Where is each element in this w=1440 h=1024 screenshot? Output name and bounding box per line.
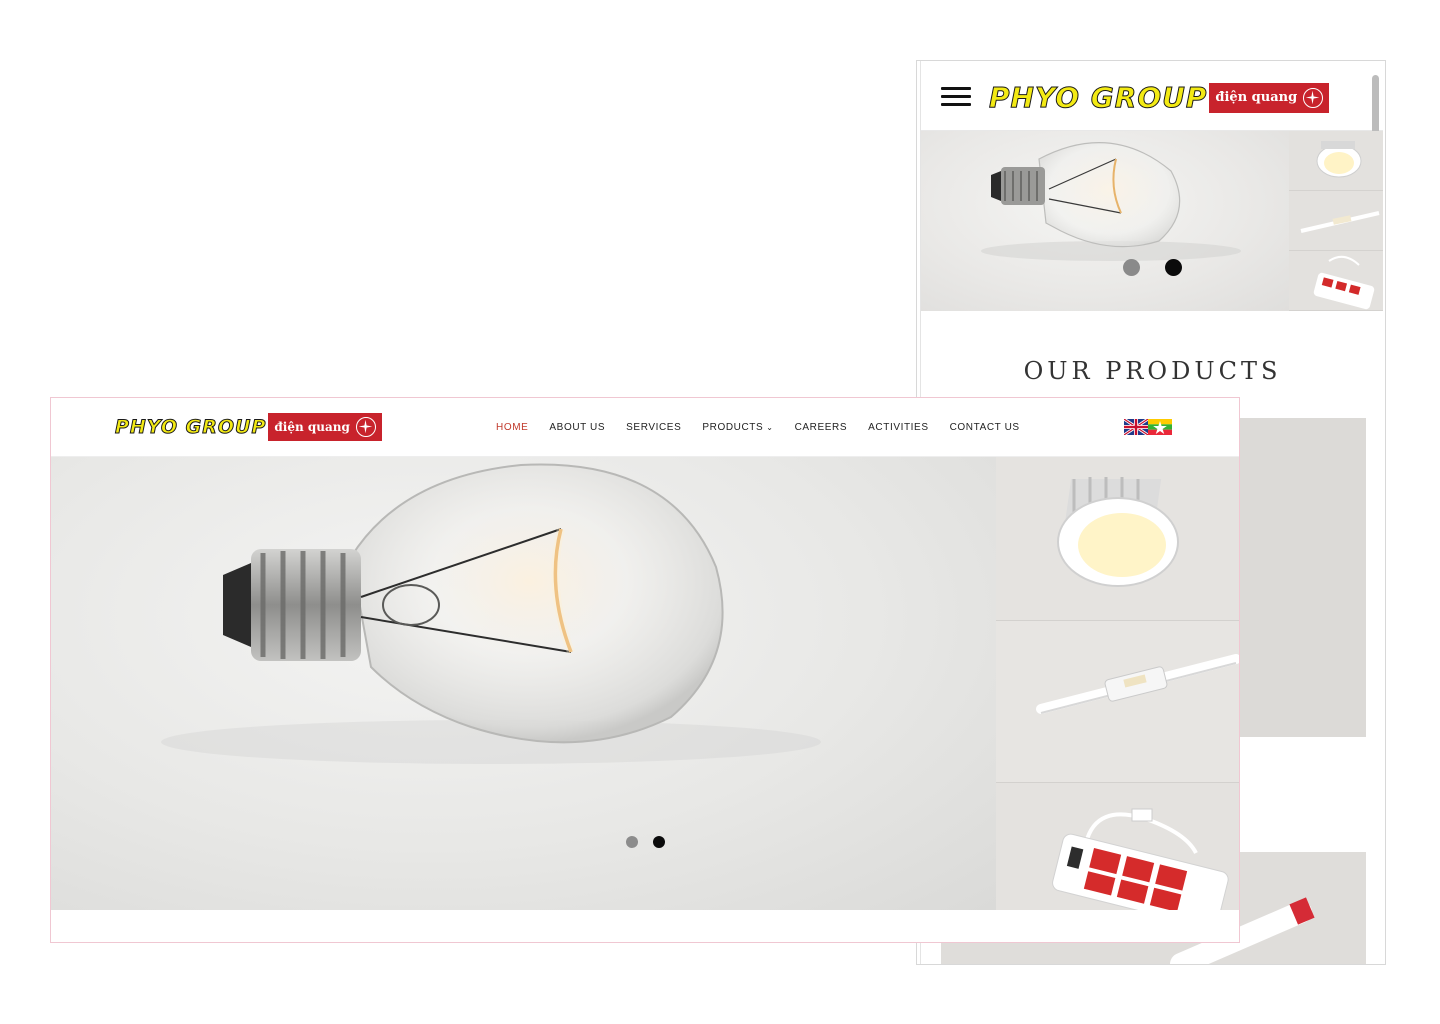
- myanmar-flag-icon[interactable]: [1148, 419, 1172, 435]
- mobile-header: PHYO GROUP điện quang: [921, 61, 1383, 231]
- nav-products-label: PRODUCTS: [702, 422, 764, 433]
- power-strip-image: [1052, 808, 1229, 910]
- hamburger-icon[interactable]: [941, 87, 971, 107]
- logo-badge: điện quang: [1209, 82, 1330, 113]
- thumbnail-power-strip[interactable]: [996, 783, 1239, 910]
- light-bulb-image: [161, 463, 821, 764]
- nav-contact-us[interactable]: CONTACT US: [950, 420, 1020, 436]
- logo-badge-text: điện quang: [274, 420, 350, 434]
- thumbnail-downlight[interactable]: [1289, 131, 1383, 191]
- mobile-hero-thumbnails: [1289, 131, 1383, 311]
- slide-dot-1[interactable]: [1123, 259, 1140, 276]
- thumbnail-led-tube[interactable]: [1289, 191, 1383, 251]
- desktop-logo[interactable]: PHYO GROUP điện quang: [114, 413, 382, 441]
- slide-dot-2-active[interactable]: [1165, 259, 1182, 276]
- thumbnail-power-strip[interactable]: [1289, 251, 1383, 311]
- nav-activities[interactable]: ACTIVITIES: [868, 420, 928, 436]
- desktop-hero-thumbnails: [996, 457, 1239, 910]
- showcase-stage: PHYO GROUP điện quang OUR PRODUCTS PHYO …: [0, 0, 1440, 1024]
- desktop-header: PHYO GROUP điện quang HOME ABOUT US SERV…: [51, 398, 1239, 457]
- nav-about-us[interactable]: ABOUT US: [549, 420, 605, 436]
- slide-dot-1[interactable]: [626, 836, 638, 848]
- power-strip-image: [1313, 255, 1375, 310]
- desktop-mockup: PHYO GROUP điện quang HOME ABOUT US SERV…: [50, 397, 1240, 943]
- chevron-down-icon: ⌄: [766, 423, 774, 432]
- language-switcher: [1124, 419, 1172, 435]
- led-tube-image: [1300, 211, 1380, 233]
- logo-name: PHYO GROUP: [114, 416, 267, 439]
- nav-home[interactable]: HOME: [496, 420, 528, 436]
- downlight-image: [1057, 477, 1179, 587]
- logo-name: PHYO GROUP: [988, 81, 1208, 115]
- desktop-below-fold: [51, 910, 1239, 942]
- nav-services[interactable]: SERVICES: [626, 420, 681, 436]
- downlight-image: [1316, 141, 1362, 178]
- thumbnail-downlight[interactable]: [996, 457, 1239, 621]
- slide-dot-2-active[interactable]: [653, 836, 665, 848]
- english-flag-icon[interactable]: [1124, 419, 1148, 435]
- led-tube-image: [1036, 654, 1239, 714]
- nav-careers[interactable]: CAREERS: [795, 420, 848, 436]
- main-nav: HOME ABOUT US SERVICES PRODUCTS ⌄ CAREERS…: [496, 420, 1041, 436]
- light-bulb-image: [981, 142, 1241, 261]
- mobile-hero-slide: [921, 131, 1289, 311]
- thumbnail-led-tube[interactable]: [996, 621, 1239, 783]
- nav-products[interactable]: PRODUCTS ⌄: [702, 420, 773, 436]
- desktop-hero-slide: [51, 457, 996, 910]
- compass-emblem-icon: [355, 417, 376, 437]
- logo-badge: điện quang: [268, 413, 382, 441]
- mobile-logo[interactable]: PHYO GROUP điện quang: [988, 81, 1330, 115]
- logo-badge-text: điện quang: [1215, 90, 1298, 105]
- compass-emblem-icon: [1303, 87, 1324, 108]
- our-products-heading: OUR PRODUCTS: [1023, 357, 1282, 385]
